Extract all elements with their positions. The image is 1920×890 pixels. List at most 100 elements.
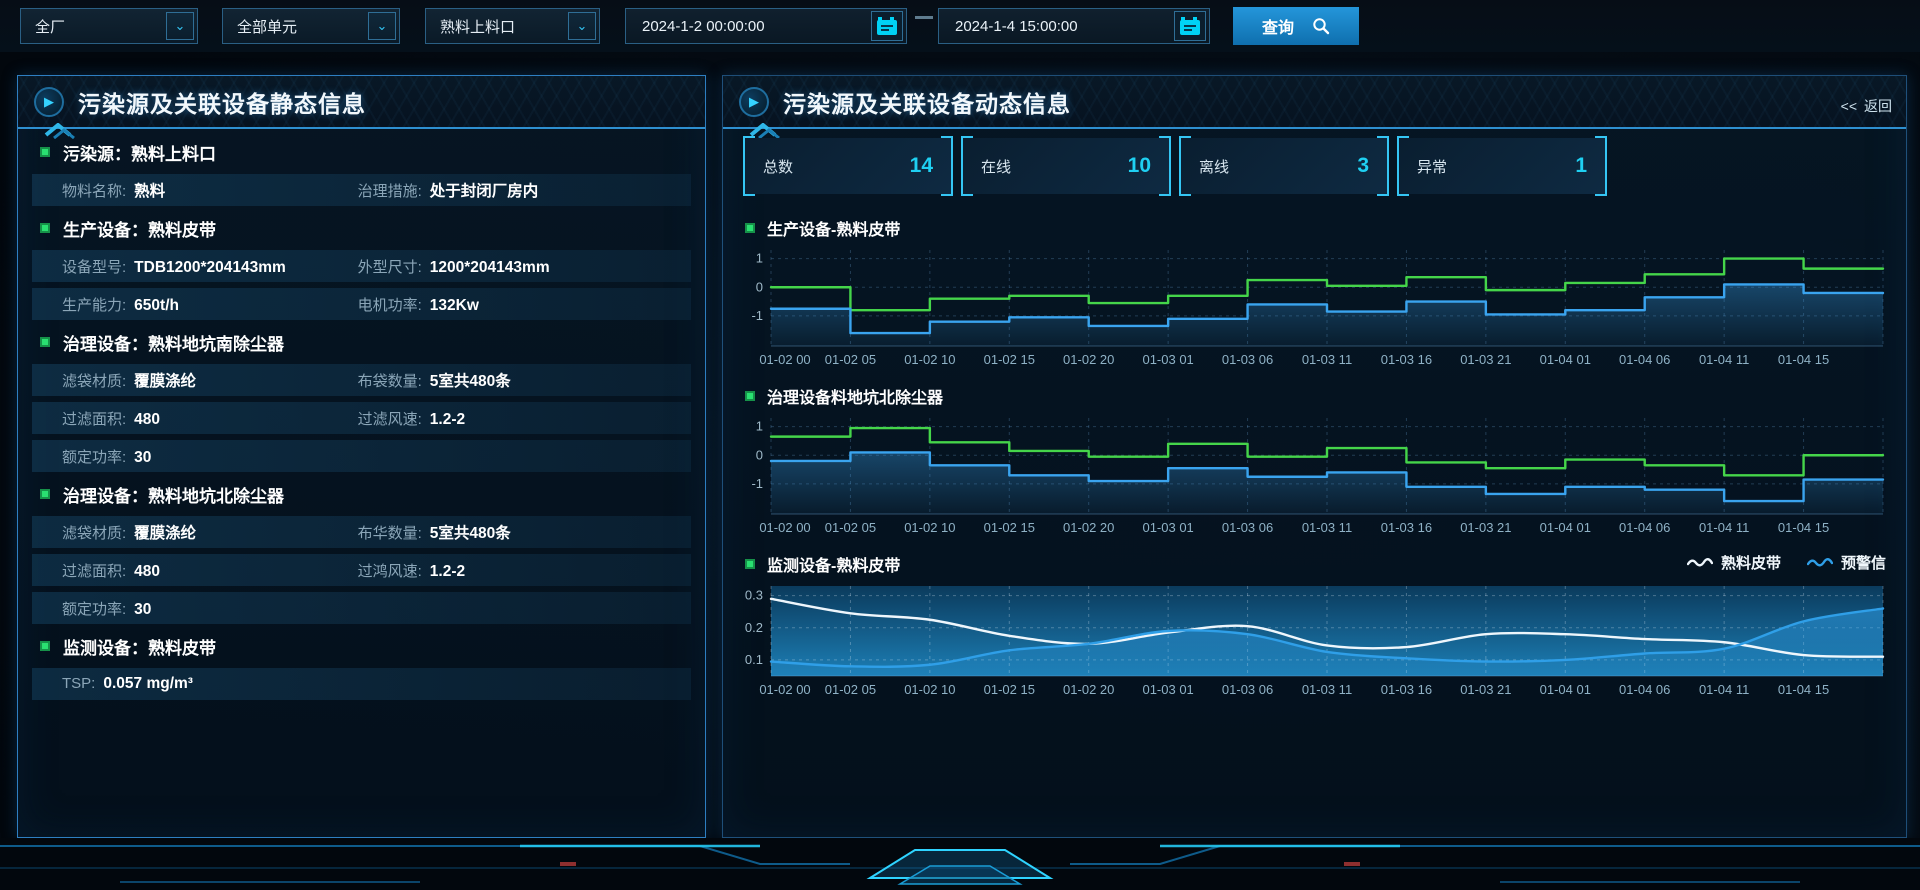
field-label: 滤袋材质: [62,522,126,543]
stat-box-离线: 离线3 [1181,138,1387,194]
calendar-icon[interactable] [1174,11,1206,41]
field-label: 外型尺寸: [358,256,422,277]
back-arrows: << [1841,98,1857,114]
section-label: 监测设备：熟料皮带 [63,634,216,659]
detail-row: 滤袋材质: 覆膜涤纶 布华数量:5室共480条 [32,516,691,548]
chevron-down-icon[interactable]: ⌄ [166,12,194,40]
static-info-rows: 污染源：熟料上料口物料名称:熟料治理措施:处于封闭厂房内生产设备：熟料皮带设备型… [32,136,691,706]
detail-cell: TSP:0.057 mg/m³ [62,675,358,693]
legend-label: 预警信 [1841,552,1886,573]
chevron-down-icon[interactable]: ⌄ [568,12,596,40]
legend-item-熟料皮带[interactable]: 熟料皮带 [1687,552,1781,573]
detail-cell: 电机功率:132Kw [358,294,691,315]
section-row: 生产设备：熟料皮带 [32,212,691,244]
x-axis-tick: 01-03 21 [1460,682,1511,697]
x-axis-tick: 01-04 15 [1778,682,1829,697]
x-axis-tick: 01-03 11 [1302,520,1352,535]
x-axis-tick: 01-02 20 [1063,682,1114,697]
green-square-icon [40,489,50,499]
detail-cell: 额定功率:30 [62,446,358,467]
green-square-icon [745,559,755,569]
x-axis-tick: 01-02 15 [984,682,1035,697]
chart-legend: 熟料皮带 预警信 [1687,552,1886,573]
x-axis-tick: 01-02 05 [825,352,876,367]
field-value: 30 [134,449,151,467]
section-label: 治理设备：熟料地坑北除尘器 [63,482,284,507]
chevron-down-icon[interactable]: ⌄ [368,12,396,40]
field-label: 设备型号: [62,256,126,277]
chart-block-3: 监测设备-熟料皮带 熟料皮带 预警信0.30.20.101-02 0001-02… [745,552,1886,704]
field-value: 5室共480条 [430,521,511,543]
stat-box-总数: 总数14 [745,138,951,194]
start-date-input[interactable]: 2024-1-2 00:00:00 [625,8,907,44]
chart-title-row: 监测设备-熟料皮带 熟料皮带 预警信 [745,552,1886,576]
x-axis-tick: 01-02 10 [904,682,955,697]
field-value: 480 [134,411,160,429]
section-row: 治理设备：熟料地坑北除尘器 [32,478,691,510]
detail-cell: 生产能力:650t/h [62,294,358,315]
stat-label: 离线 [1199,156,1229,177]
x-axis-tick: 01-03 16 [1381,520,1432,535]
detail-row: 过滤面积:480过滤风速:1.2-2 [32,402,691,434]
detail-row: TSP:0.057 mg/m³ [32,668,691,700]
detail-cell: 滤袋材质:覆膜涤纶 [62,369,358,391]
legend-item-预警信[interactable]: 预警信 [1807,552,1886,573]
x-axis-tick: 01-04 15 [1778,352,1829,367]
field-label: 布袋数量: [358,370,422,391]
detail-row: 滤袋材质:覆膜涤纶布袋数量: 5室共480条 [32,364,691,396]
field-value: 1.2-2 [430,411,465,429]
stat-value: 1 [1575,154,1587,178]
back-label: 返回 [1864,96,1892,116]
chart-title-row: 生产设备-熟料皮带 [745,216,1886,240]
chart-plot: 10-101-02 0001-02 0501-02 1001-02 1501-0… [745,246,1885,374]
static-info-header: ▶ 污染源及关联设备静态信息 [18,76,705,129]
x-axis-tick: 01-02 15 [984,520,1035,535]
chart-title: 监测设备-熟料皮带 [767,552,900,576]
field-value: TDB1200*204143mm [134,259,286,277]
query-button-label: 查询 [1262,14,1294,38]
back-button[interactable]: << 返回 [1841,96,1892,116]
plant-select[interactable]: 全厂 ⌄ [20,8,198,44]
play-icon: ▶ [34,87,64,117]
x-axis-tick: 01-04 15 [1778,520,1829,535]
field-value: 650t/h [134,297,179,315]
detail-cell: 布华数量:5室共480条 [358,521,691,543]
play-icon: ▶ [739,87,769,117]
field-value: 覆膜涤纶 [134,521,196,543]
section-row: 污染源：熟料上料口 [32,136,691,168]
detail-cell: 额定功率:30 [62,598,358,619]
x-axis-tick: 01-04 11 [1699,520,1749,535]
chart-block-1: 生产设备-熟料皮带10-101-02 0001-02 0501-02 1001-… [745,216,1886,374]
x-axis-tick: 01-03 16 [1381,352,1432,367]
x-axis-tick: 01-04 11 [1699,352,1749,367]
dynamic-info-panel: ▶ 污染源及关联设备动态信息 << 返回 总数14在线10离线3异常1 生产设备… [722,75,1907,838]
stat-box-在线: 在线10 [963,138,1169,194]
dynamic-info-title: 污染源及关联设备动态信息 [783,85,1071,119]
section-label: 生产设备：熟料皮带 [63,216,216,241]
field-value: 熟料 [134,179,165,201]
query-button[interactable]: 查询 [1233,7,1359,45]
x-axis-tick: 01-03 06 [1222,520,1273,535]
source-select[interactable]: 熟料上料口 ⌄ [425,8,600,44]
unit-select[interactable]: 全部单元 ⌄ [222,8,400,44]
x-axis-tick: 01-02 10 [904,352,955,367]
squiggle-icon [1687,558,1713,568]
field-label: 电机功率: [358,294,422,315]
stat-box-异常: 异常1 [1399,138,1605,194]
search-icon [1312,17,1330,35]
calendar-icon[interactable] [871,11,903,41]
field-value: 5室共480条 [430,369,511,391]
squiggle-icon [1807,558,1833,568]
detail-cell: 过滤面积:480 [62,560,358,581]
end-date-input[interactable]: 2024-1-4 15:00:00 [938,8,1210,44]
field-value: 处于封闭厂房内 [430,179,539,201]
x-axis-tick: 01-04 06 [1619,682,1670,697]
field-label: 过滤面积: [62,408,126,429]
plant-select-value: 全厂 [35,16,65,37]
x-axis-tick: 01-02 20 [1063,520,1114,535]
field-value: 1.2-2 [430,563,465,581]
chart-title: 治理设备料地坑北除尘器 [767,384,943,408]
field-label: 额定功率: [62,598,126,619]
detail-row: 物料名称:熟料治理措施:处于封闭厂房内 [32,174,691,206]
field-value: 1200*204143mm [430,259,550,277]
